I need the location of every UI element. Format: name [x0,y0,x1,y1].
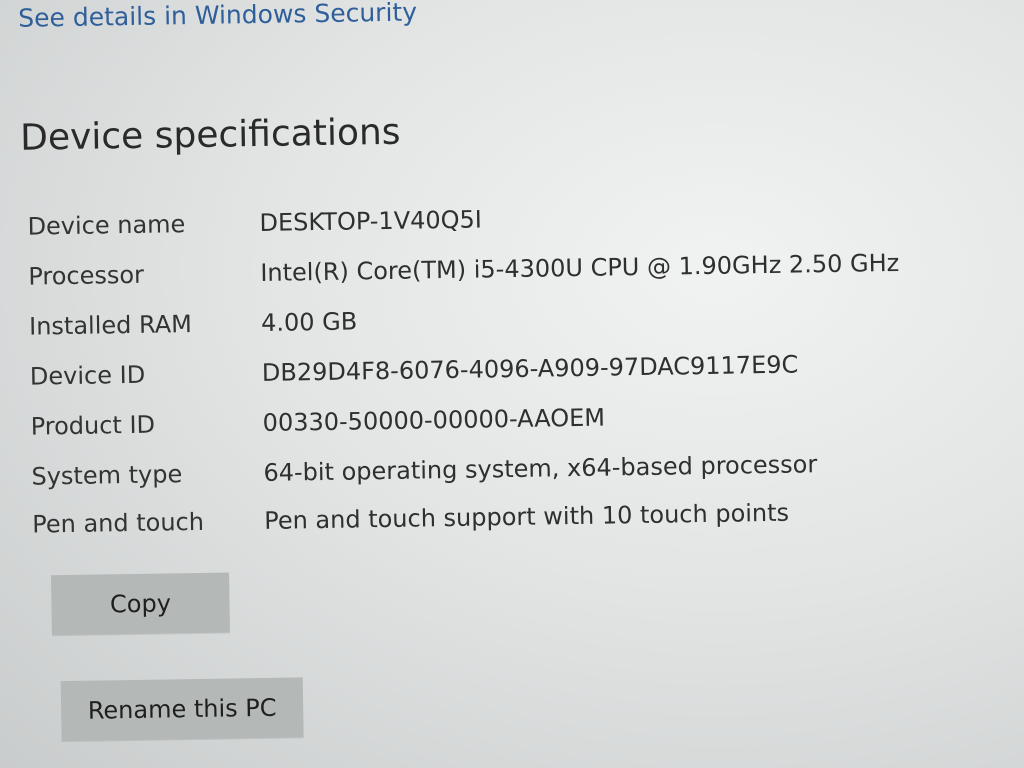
spec-row-system-type: System type 64-bit operating system, x64… [31,447,991,496]
device-specifications-heading: Device specifications [19,111,401,159]
spec-label: Device ID [29,360,146,391]
spec-value: Pen and touch support with 10 touch poin… [263,498,790,535]
spec-label: Processor [28,260,145,291]
spec-label: Pen and touch [32,507,205,539]
spec-value: 4.00 GB [260,307,358,337]
spec-value: 64-bit operating system, x64-based proce… [263,450,818,487]
spec-row-processor: Processor Intel(R) Core(TM) i5-4300U CPU… [28,248,988,297]
windows-security-link[interactable]: See details in Windows Security [18,0,417,33]
spec-value: DB29D4F8-6076-4096-A909-97DAC9117E9C [261,350,799,387]
spec-row-device-name: Device name DESKTOP-1V40Q5I [27,198,987,247]
spec-row-device-id: Device ID DB29D4F8-6076-4096-A909-97DAC9… [30,347,990,396]
settings-about-page: See details in Windows Security Device s… [0,0,1024,768]
spec-label: Product ID [30,410,156,441]
spec-row-pen-and-touch: Pen and touch Pen and touch support with… [32,495,992,544]
spec-value: DESKTOP-1V40Q5I [259,205,483,237]
spec-label: System type [31,460,183,491]
spec-value: Intel(R) Core(TM) i5-4300U CPU @ 1.90GHz… [260,248,900,287]
copy-button[interactable]: Copy [51,572,230,636]
spec-row-product-id: Product ID 00330-50000-00000-AAOEM [30,397,990,446]
spec-label: Installed RAM [28,310,193,341]
spec-value: 00330-50000-00000-AAOEM [262,403,606,437]
spec-row-installed-ram: Installed RAM 4.00 GB [29,298,989,347]
rename-pc-button[interactable]: Rename this PC [60,677,304,742]
spec-label: Device name [27,210,186,241]
